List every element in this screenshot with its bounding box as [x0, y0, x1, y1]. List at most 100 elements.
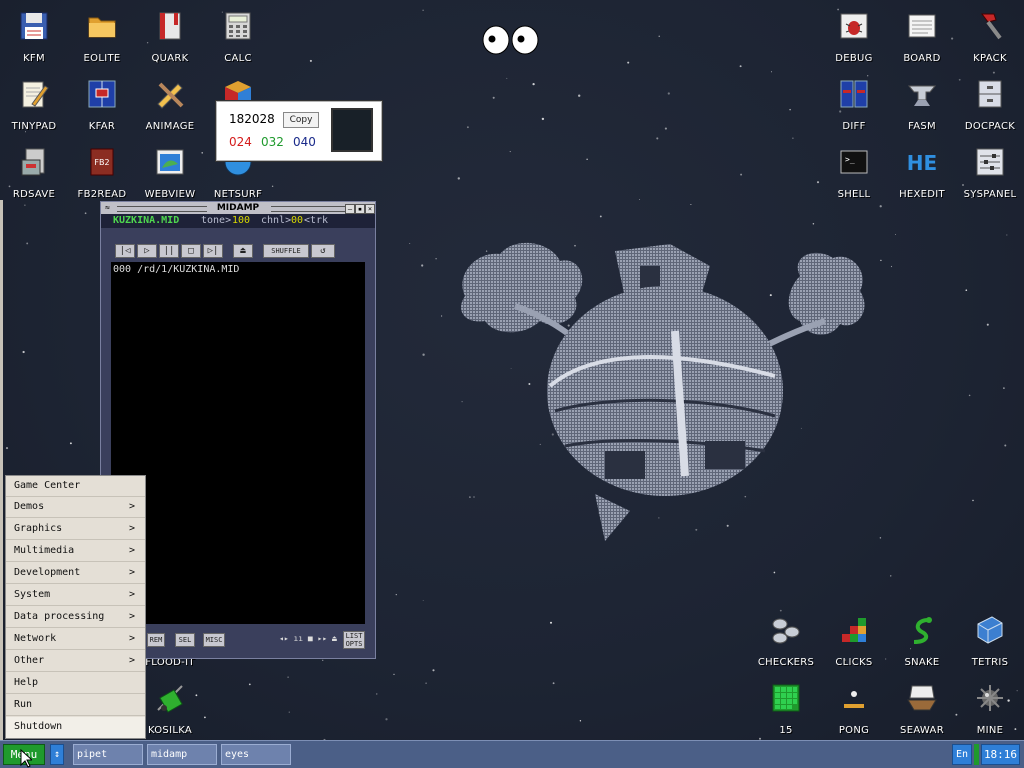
lawnmower-icon: [157, 685, 183, 713]
menu-item-development[interactable]: Development >: [6, 563, 145, 584]
copy-button[interactable]: Copy: [283, 112, 319, 128]
desktop-icon-kpack[interactable]: KPACK: [956, 6, 1024, 72]
star-dot: [773, 571, 776, 574]
menu-item-run[interactable]: Run: [6, 695, 145, 716]
desktop-icon-kosilka[interactable]: KOSILKA: [136, 678, 204, 740]
next-track-button[interactable]: ▷|: [203, 244, 223, 258]
play-button[interactable]: ▷: [137, 244, 157, 258]
menu-item-game-center[interactable]: Game Center: [6, 476, 145, 497]
mine-icon: [977, 685, 1003, 711]
menu-item-other[interactable]: Other >: [6, 651, 145, 672]
anvil-icon: [907, 85, 937, 106]
taskbar: Menu ↕ pipet midamp eyes En 18:16: [0, 740, 1024, 768]
menu-item-demos[interactable]: Demos >: [6, 497, 145, 518]
menu-item-multimedia[interactable]: Multimedia >: [6, 541, 145, 562]
star-dot: [457, 177, 460, 180]
minimize-icon[interactable]: –: [345, 204, 355, 214]
task-switch-icon[interactable]: ↕: [50, 744, 64, 765]
submenu-arrow-icon: >: [128, 567, 135, 578]
star-dot: [422, 599, 424, 601]
clock[interactable]: 18:16: [981, 744, 1020, 765]
desktop-icon-label: ANIMAGE: [145, 121, 195, 132]
track-name: KUZKINA.MID: [113, 215, 180, 226]
star-dot: [968, 394, 971, 397]
menu-item-data-processing[interactable]: Data processing >: [6, 607, 145, 628]
sliders-icon: [976, 148, 1004, 176]
chnl-value[interactable]: 00: [291, 214, 303, 228]
star-dot: [812, 223, 815, 225]
star-dot: [393, 673, 395, 676]
menu-item-label: Other: [14, 655, 45, 666]
start-menu[interactable]: Game Center Demos > Graphics > Multimedia >…: [5, 475, 146, 739]
eject-button[interactable]: ⏏: [233, 244, 253, 258]
desktop-icon-tetris[interactable]: TETRIS: [956, 610, 1024, 676]
pause-button[interactable]: ||: [159, 244, 179, 258]
star-dot: [385, 718, 388, 721]
playlist-item[interactable]: 000 /rd/1/KUZKINA.MID: [113, 264, 239, 275]
sel-button[interactable]: SEL: [175, 633, 195, 647]
menu-item-label: Demos: [14, 501, 45, 512]
desktop-icon-label: DOCPACK: [964, 121, 1016, 132]
checkers-icon: [772, 618, 800, 644]
list-label: LIST: [345, 632, 363, 640]
misc-button[interactable]: MISC: [203, 633, 225, 647]
star-dot: [789, 108, 791, 111]
star-dot: [532, 82, 535, 86]
star-dot: [890, 575, 892, 577]
star-dot: [204, 716, 206, 719]
menu-item-system[interactable]: System >: [6, 585, 145, 606]
eyes-widget[interactable]: [481, 25, 541, 55]
close-icon[interactable]: ×: [365, 204, 375, 214]
menu-item-network[interactable]: Network >: [6, 629, 145, 650]
star-dot: [986, 323, 989, 326]
hex-icon: HE: [907, 151, 937, 175]
taskbar-item-pipet[interactable]: pipet: [73, 744, 143, 765]
desktop-icon-animage[interactable]: ANIMAGE: [136, 74, 204, 140]
star-dot: [690, 203, 692, 206]
star-dot: [770, 71, 773, 73]
desktop: KFM EOLITE QUARK CALC TINYPAD KFAR ANIMA…: [0, 0, 1024, 740]
menu-item-label: Network: [14, 633, 57, 644]
tiny-planet-wallpaper: [461, 242, 865, 541]
blue-value: 040: [293, 135, 316, 149]
desktop-icon-syspanel[interactable]: SYSPANEL: [956, 142, 1024, 208]
prev-track-button[interactable]: |◁: [115, 244, 135, 258]
taskbar-item-midamp[interactable]: midamp: [147, 744, 217, 765]
desktop-icon-mine[interactable]: MINE: [956, 678, 1024, 740]
tone-label: tone>: [201, 215, 232, 226]
desktop-icon-calc[interactable]: CALC: [204, 6, 272, 72]
midamp-titlebar[interactable]: ≈ MIDAMP – ▪ ×: [101, 202, 375, 214]
book-icon: [159, 12, 181, 40]
desktop-icon-label: MINE: [976, 725, 1004, 736]
submenu-arrow-icon: >: [128, 611, 135, 622]
star-dot: [422, 9, 424, 11]
menu-item-graphics[interactable]: Graphics >: [6, 519, 145, 540]
language-indicator[interactable]: En: [952, 744, 972, 765]
shuffle-label: SHUFFLE: [271, 247, 301, 255]
svg-text:FB2: FB2: [94, 158, 109, 167]
star-dot: [895, 234, 897, 235]
repeat-button[interactable]: ↺: [311, 244, 335, 258]
star-dot: [639, 198, 641, 200]
tone-value[interactable]: 100: [232, 214, 250, 228]
desktop-icon-docpack[interactable]: DOCPACK: [956, 74, 1024, 140]
star-dot: [422, 353, 425, 356]
stop-button[interactable]: □: [181, 244, 201, 258]
menu-item-help[interactable]: Help: [6, 673, 145, 694]
restore-icon[interactable]: ▪: [355, 204, 365, 214]
trk-label: <trk: [304, 215, 329, 226]
rem-button[interactable]: REM: [147, 633, 165, 647]
star-dot: [309, 59, 312, 62]
color-picker-window[interactable]: 182028 Copy 024 032 040: [216, 101, 382, 161]
mini-transport-icons[interactable]: ◂▸ ıı ■ ▸▸ ⏏: [279, 634, 337, 643]
snake-icon: [913, 617, 932, 644]
svg-text:>_: >_: [845, 155, 855, 164]
star-dot: [667, 92, 670, 95]
calculator-icon: [225, 12, 251, 40]
list-opts-button[interactable]: LIST OPTS: [343, 631, 365, 649]
taskbar-item-eyes[interactable]: eyes: [221, 744, 291, 765]
menu-item-shutdown[interactable]: Shutdown: [6, 717, 145, 738]
menu-item-label: Multimedia: [14, 545, 75, 556]
shuffle-button[interactable]: SHUFFLE: [263, 244, 309, 258]
playlist[interactable]: 000 /rd/1/KUZKINA.MID: [111, 262, 365, 624]
